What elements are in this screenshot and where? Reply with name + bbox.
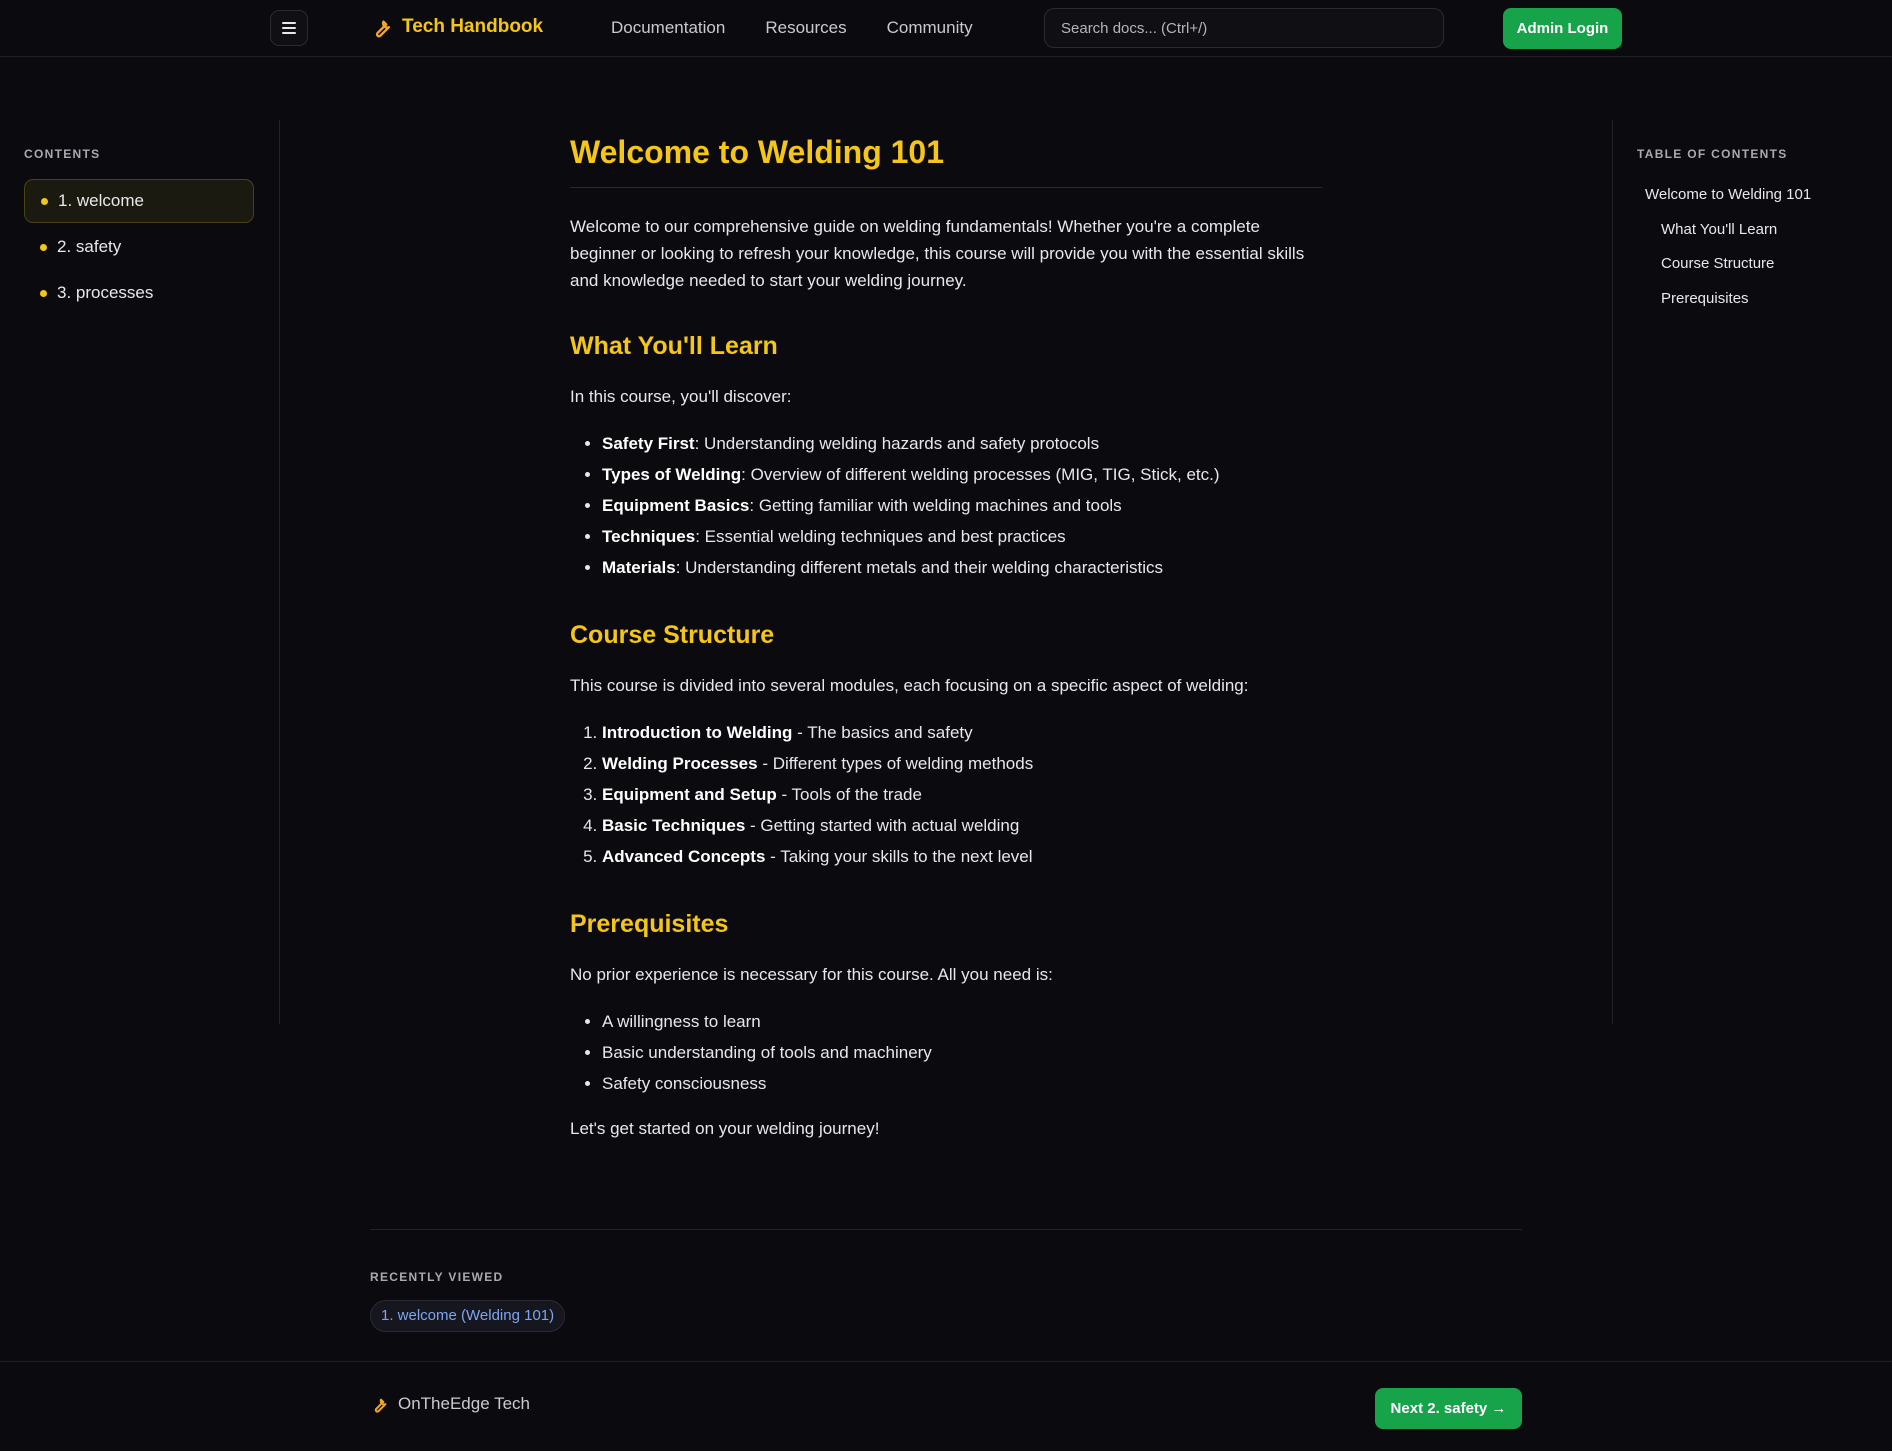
bullet-dot-icon (40, 289, 47, 297)
footer-brand: OnTheEdge Tech (370, 1394, 530, 1414)
toc-link-welcome[interactable]: Welcome to Welding 101 (1637, 178, 1811, 213)
section-heading-learn: What You'll Learn (570, 332, 778, 360)
sidebar-heading: CONTENTS (24, 147, 101, 161)
bullet-dot-icon (41, 197, 48, 205)
list-item: A willingness to learn (602, 1006, 1322, 1037)
learn-lead-paragraph: In this course, you'll discover: (570, 387, 792, 406)
page-title: Welcome to Welding 101 (570, 134, 1322, 188)
hamburger-menu-icon (282, 22, 296, 34)
list-item: Equipment Basics: Getting familiar with … (602, 490, 1322, 521)
list-item: Introduction to Welding - The basics and… (602, 717, 1322, 748)
section-heading-prerequisites: Prerequisites (570, 910, 729, 938)
sidebar-item-processes[interactable]: 3. processes (24, 271, 254, 315)
list-item: Materials: Understanding different metal… (602, 552, 1322, 583)
intro-paragraph: Welcome to our comprehensive guide on we… (570, 217, 1305, 290)
bullet-dot-icon (40, 243, 47, 251)
list-item: Advanced Concepts - Taking your skills t… (602, 841, 1322, 872)
brand-name: Tech Handbook (402, 16, 544, 37)
list-item: Safety First: Understanding welding haza… (602, 428, 1322, 459)
brand-logo-link[interactable]: Tech Handbook (370, 16, 543, 38)
recently-viewed-heading: RECENTLY VIEWED (370, 1270, 504, 1284)
sidebar-item-safety[interactable]: 2. safety (24, 225, 254, 269)
next-page-button[interactable]: Next 2. safety → (1375, 1388, 1522, 1429)
left-sidebar: CONTENTS 1. welcome 2. safety 3. process… (0, 120, 280, 1024)
sidebar-item-welcome[interactable]: 1. welcome (24, 179, 254, 223)
footer-brand-name: OnTheEdge Tech (398, 1394, 530, 1413)
nav-link-documentation[interactable]: Documentation (611, 18, 725, 38)
admin-login-button[interactable]: Admin Login (1503, 8, 1622, 49)
sidebar-item-label: 3. processes (57, 283, 154, 302)
main-nav: Documentation Resources Community (611, 18, 973, 38)
sidebar-list: 1. welcome 2. safety 3. processes (24, 179, 254, 317)
list-item: Basic Techniques - Getting started with … (602, 810, 1322, 841)
wrench-icon (374, 1398, 387, 1413)
search-input[interactable] (1044, 8, 1444, 48)
toc-link-what-youll-learn[interactable]: What You'll Learn (1637, 213, 1811, 248)
toc-list: Welcome to Welding 101 What You'll Learn… (1637, 178, 1811, 316)
outro-paragraph: Let's get started on your welding journe… (570, 1119, 880, 1138)
list-item: Types of Welding: Overview of different … (602, 459, 1322, 490)
nav-link-resources[interactable]: Resources (765, 18, 846, 38)
toc-link-prerequisites[interactable]: Prerequisites (1637, 282, 1811, 317)
list-item: Welding Processes - Different types of w… (602, 748, 1322, 779)
recently-viewed-section: RECENTLY VIEWED 1. welcome (Welding 101) (370, 1229, 1522, 1332)
footer: OnTheEdge Tech Next 2. safety → (0, 1361, 1892, 1451)
list-item: Equipment and Setup - Tools of the trade (602, 779, 1322, 810)
hamburger-menu-button[interactable] (270, 10, 308, 46)
table-of-contents-sidebar: TABLE OF CONTENTS Welcome to Welding 101… (1612, 120, 1892, 1024)
sidebar-item-label: 2. safety (57, 237, 122, 256)
structure-lead-paragraph: This course is divided into several modu… (570, 676, 1249, 695)
article: Welcome to Welding 101 Welcome to our co… (570, 134, 1322, 1142)
toc-heading: TABLE OF CONTENTS (1637, 147, 1788, 161)
list-item: Techniques: Essential welding techniques… (602, 521, 1322, 552)
structure-list: Introduction to Welding - The basics and… (570, 717, 1322, 872)
toc-link-course-structure[interactable]: Course Structure (1637, 247, 1811, 282)
list-item: Basic understanding of tools and machine… (602, 1037, 1322, 1068)
prereq-list: A willingness to learn Basic understandi… (570, 1006, 1322, 1099)
top-navbar: Tech Handbook Documentation Resources Co… (0, 0, 1892, 57)
nav-link-community[interactable]: Community (887, 18, 973, 38)
recent-item-chip[interactable]: 1. welcome (Welding 101) (370, 1300, 566, 1332)
wrench-icon (375, 20, 391, 38)
list-item: Safety consciousness (602, 1068, 1322, 1099)
learn-list: Safety First: Understanding welding haza… (570, 428, 1322, 583)
sidebar-item-label: 1. welcome (58, 191, 144, 210)
section-heading-structure: Course Structure (570, 621, 775, 649)
prereq-lead-paragraph: No prior experience is necessary for thi… (570, 965, 1053, 984)
